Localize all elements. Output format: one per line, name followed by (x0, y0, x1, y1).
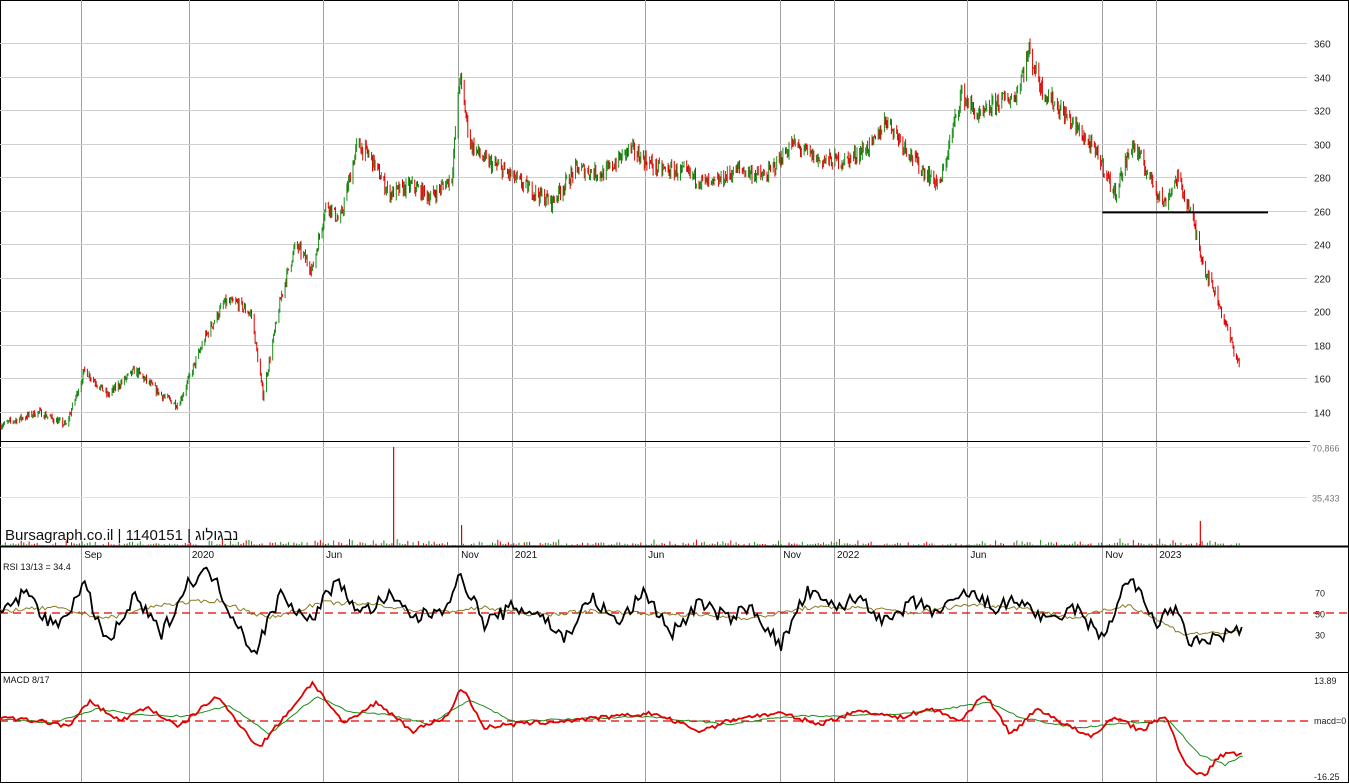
watermark-label: Bursagraph.co.il | 1140151 | נבגולוג (5, 527, 239, 544)
month-tick-label: Nov (783, 550, 801, 561)
price-tick-label: 260 (1314, 208, 1331, 219)
price-tick-label: 300 (1314, 141, 1331, 152)
price-tick-label: 320 (1314, 107, 1331, 118)
price-tick-label: 360 (1314, 40, 1331, 51)
price-tick-label: 200 (1314, 308, 1331, 319)
rsi-tick-label: 50 (1315, 610, 1325, 620)
chart-canvas: 140 160 180 200 220 240 260 280 300 320 340 360 Sep 2… (0, 0, 1349, 783)
price-tick-label: 240 (1314, 241, 1331, 252)
price-tick-label: 280 (1314, 174, 1331, 185)
month-tick-label: 2022 (837, 550, 860, 561)
month-tick-label: Nov (461, 550, 479, 561)
rsi-tick-label: 70 (1315, 589, 1325, 599)
month-tick-label: 2020 (192, 550, 215, 561)
price-tick-label: 160 (1314, 375, 1331, 386)
rsi-panel-title: RSI 13/13 = 34.4 (3, 562, 71, 572)
price-tick-label: 220 (1314, 275, 1331, 286)
macd-tick-label: macd=0 (1314, 716, 1346, 726)
month-tick-label: Jun (326, 550, 342, 561)
rsi-tick-label: 30 (1315, 631, 1325, 641)
month-tick-label: 2023 (1159, 550, 1182, 561)
volume-tick-label: 70,866 (1312, 444, 1340, 454)
chart-frame (0, 0, 1349, 783)
macd-tick-label: 13.89 (1314, 676, 1337, 686)
month-tick-label: Jun (648, 550, 664, 561)
chart-stage: 140 160 180 200 220 240 260 280 300 320 340 360 Sep 2… (0, 0, 1349, 784)
month-tick-label: Sep (84, 550, 102, 561)
volume-tick-label: 35,433 (1312, 494, 1340, 504)
month-tick-label: Jun (970, 550, 986, 561)
price-tick-label: 140 (1314, 409, 1331, 420)
month-tick-label: Nov (1105, 550, 1123, 561)
price-tick-label: 180 (1314, 342, 1331, 353)
month-tick-label: 2021 (515, 550, 538, 561)
price-tick-label: 340 (1314, 74, 1331, 85)
rsi-y-axis: 30 50 70 (1315, 589, 1325, 641)
macd-panel-title: MACD 8/17 (3, 675, 50, 685)
macd-tick-label: -16.25 (1314, 772, 1340, 782)
